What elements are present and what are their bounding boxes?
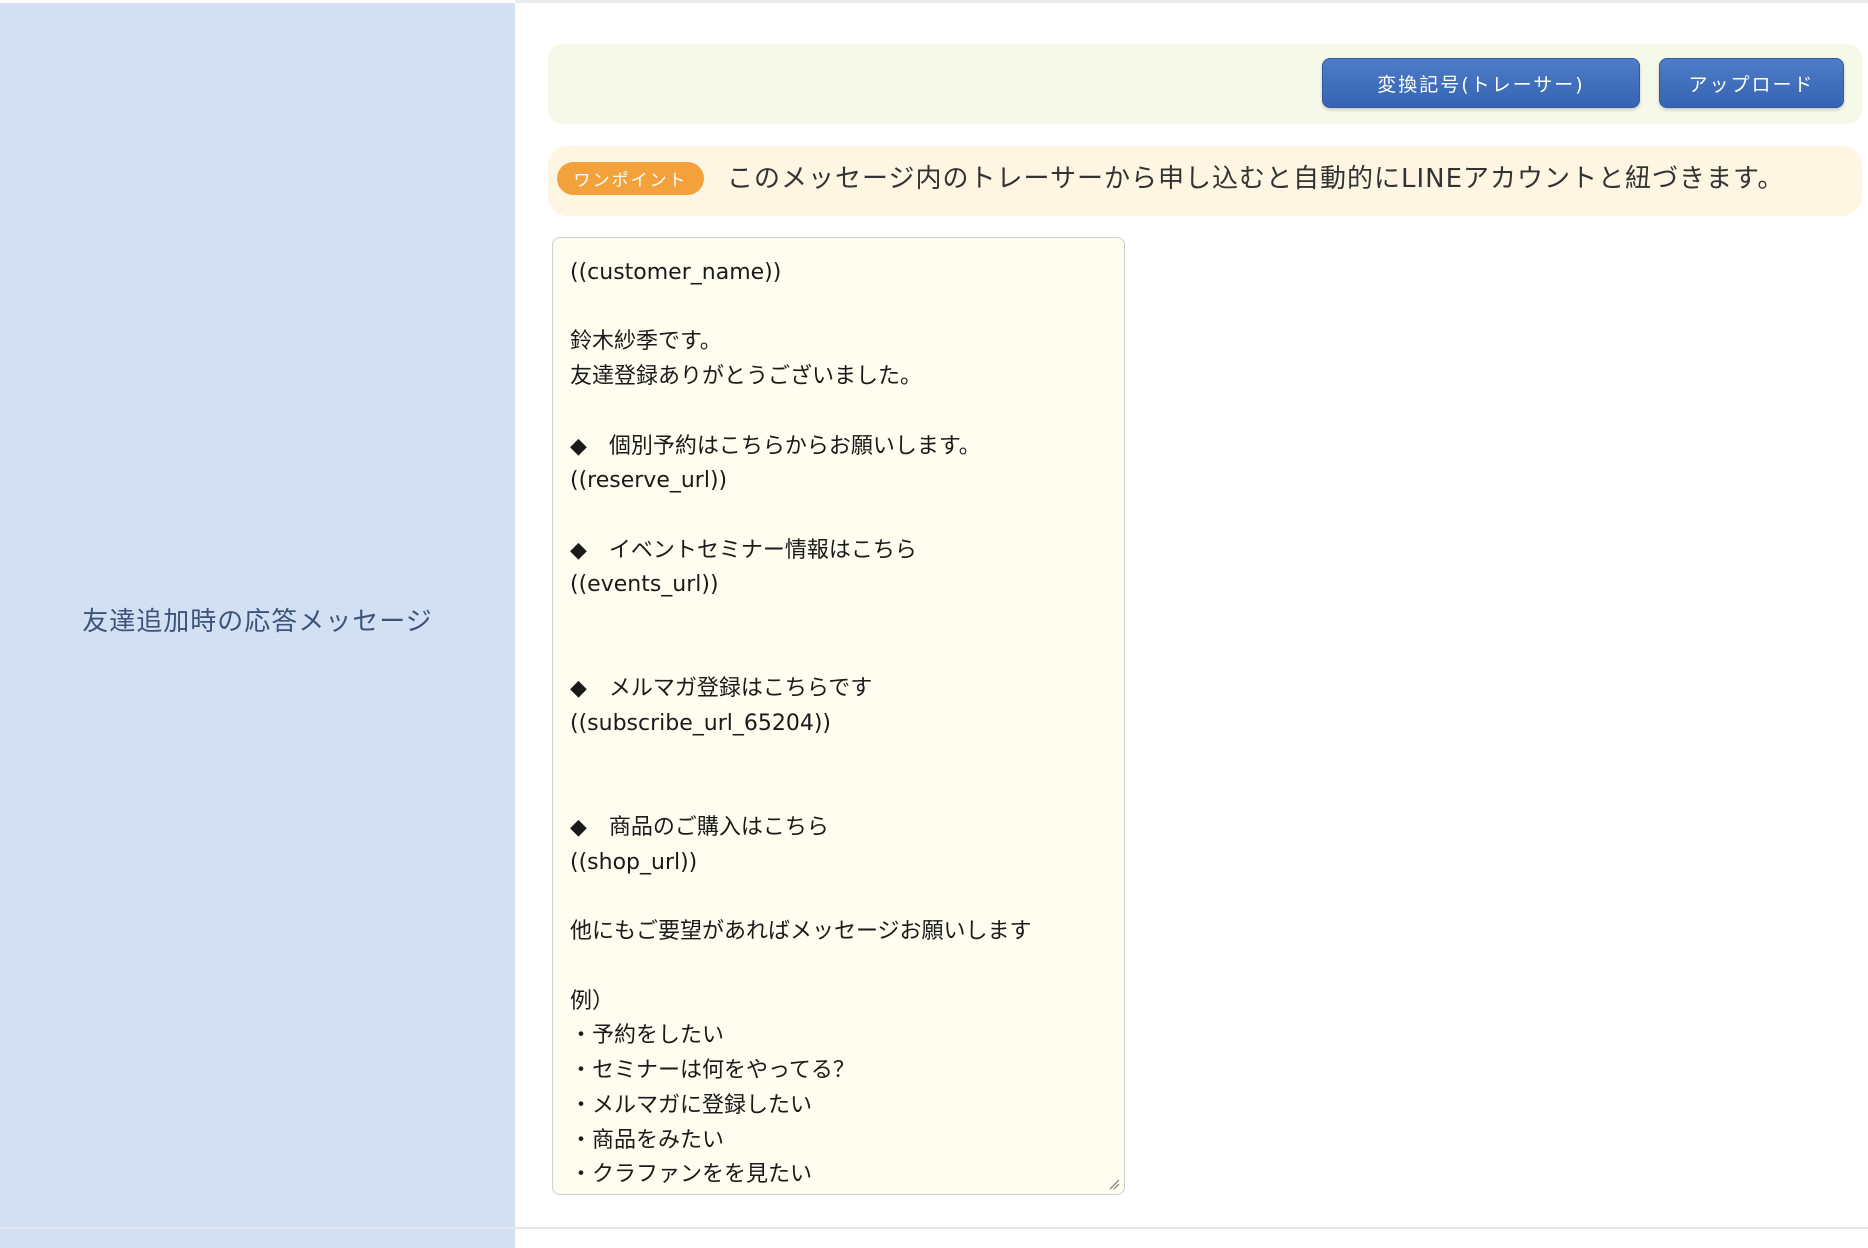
message-text[interactable]: ((customer_name)) 鈴木紗季です。 友達登録ありがとうございまし…	[570, 256, 1108, 1193]
row-label: 友達追加時の応答メッセージ	[82, 606, 433, 637]
one-point-badge: ワンポイント	[557, 162, 704, 195]
resize-grip-icon[interactable]	[1106, 1176, 1120, 1190]
next-row-label-cell	[0, 1229, 515, 1248]
top-border	[515, 0, 1868, 3]
convert-symbol-tracer-button[interactable]: 変換記号(トレーサー)	[1322, 58, 1640, 108]
settings-form: 友達追加時の応答メッセージ 変換記号(トレーサー) アップロード ワンポイント …	[0, 0, 1868, 1248]
upload-button[interactable]: アップロード	[1659, 58, 1844, 108]
message-textarea[interactable]: ((customer_name)) 鈴木紗季です。 友達登録ありがとうございまし…	[552, 237, 1125, 1195]
row-label-cell: 友達追加時の応答メッセージ	[0, 3, 515, 1227]
tip-text: このメッセージ内のトレーサーから申し込むと自動的にLINEアカウントと紐づきます…	[727, 164, 1785, 194]
